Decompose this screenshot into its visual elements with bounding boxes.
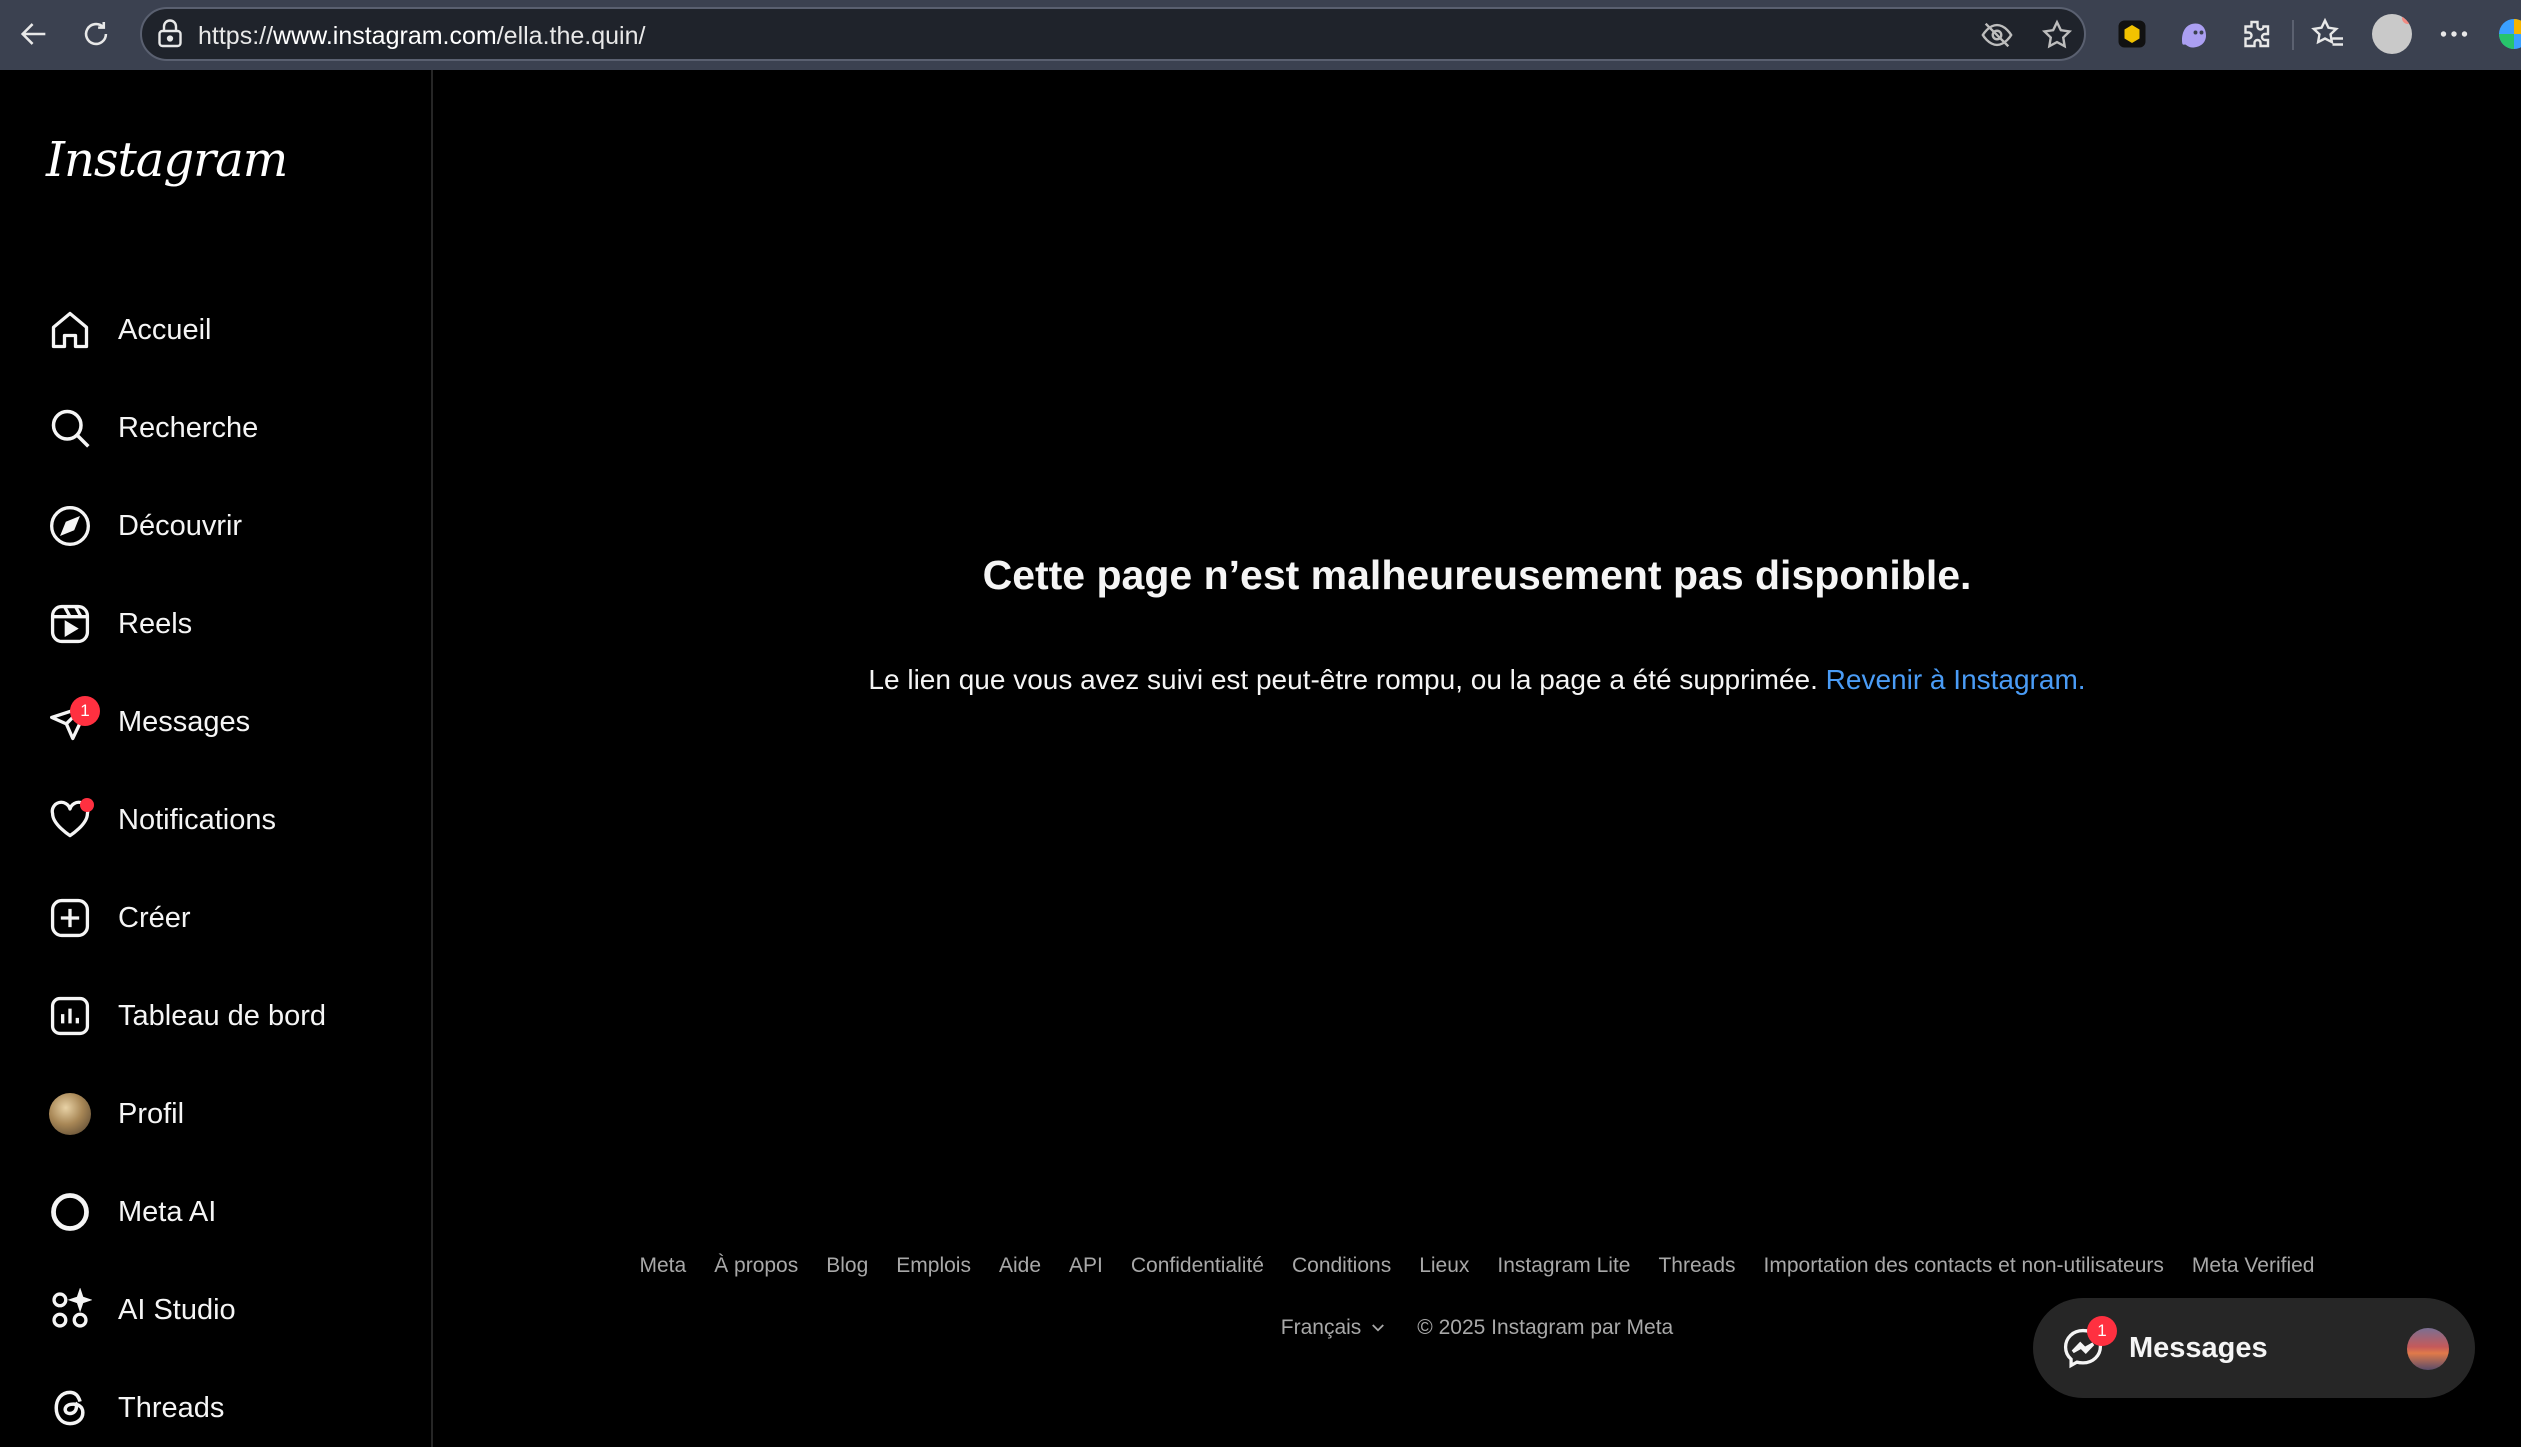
sidebar-item-threads[interactable]: Threads (46, 1373, 416, 1443)
language-select[interactable]: Français (1281, 1316, 1388, 1340)
sidebar-item-notifications[interactable]: Notifications (46, 785, 416, 855)
sidebar: Instagram Accueil Recherche Découvrir Re… (6, 70, 433, 1447)
copilot-icon[interactable] (2496, 14, 2521, 54)
favorite-star-icon[interactable] (2040, 18, 2074, 52)
extension-ghost-icon[interactable] (2174, 14, 2214, 54)
sidebar-item-meta-ai[interactable]: Meta AI (46, 1177, 416, 1247)
language-label: Français (1280, 1316, 1362, 1339)
search-icon (46, 404, 94, 452)
footer-link[interactable]: Threads (1658, 1254, 1735, 1278)
instagram-page: Instagram Accueil Recherche Découvrir Re… (6, 70, 2521, 1447)
browser-toolbar: https://www.instagram.com/ella.the.quin/ (0, 0, 2521, 70)
error-message-text: Le lien que vous avez suivi est peut-êtr… (868, 664, 1818, 695)
sidebar-item-dashboard[interactable]: Tableau de bord (46, 981, 416, 1051)
footer-link[interactable]: Meta (640, 1254, 687, 1278)
footer-link[interactable]: Blog (826, 1254, 868, 1278)
sidebar-item-create[interactable]: Créer (46, 883, 416, 953)
footer-link[interactable]: Meta Verified (2192, 1254, 2315, 1278)
compass-icon (46, 502, 94, 550)
sidebar-item-label: Profil (118, 1097, 185, 1130)
browser-profile-avatar[interactable] (2372, 14, 2412, 54)
footer-link[interactable]: Emplois (896, 1254, 971, 1278)
url-text[interactable]: https://www.instagram.com/ella.the.quin/ (198, 22, 645, 51)
tracking-prevention-icon[interactable] (1980, 18, 2014, 52)
footer-link[interactable]: Lieux (1419, 1254, 1469, 1278)
messages-badge: 1 (70, 696, 100, 726)
sidebar-item-ai-studio[interactable]: AI Studio (46, 1275, 416, 1345)
extensions-puzzle-icon[interactable] (2236, 14, 2276, 54)
page-title: Cette page n’est malheureusement pas dis… (982, 552, 1972, 598)
footer-link[interactable]: À propos (714, 1254, 798, 1278)
error-message: Le lien que vous avez suivi est peut-êtr… (433, 664, 2521, 696)
avatar (2407, 1328, 2449, 1370)
sidebar-item-label: Messages (118, 705, 251, 738)
footer-links: Meta À propos Blog Emplois Aide API Conf… (433, 1254, 2521, 1278)
chevron-down-icon (1372, 1324, 1385, 1332)
notification-dot (80, 798, 94, 812)
sidebar-item-profile[interactable]: Profil (46, 1079, 416, 1149)
favorites-icon[interactable] (2308, 14, 2348, 54)
sidebar-item-search[interactable]: Recherche (46, 393, 416, 463)
sidebar-item-label: Threads (118, 1391, 225, 1424)
sidebar-item-label: Notifications (118, 803, 276, 836)
sidebar-item-label: Tableau de bord (118, 999, 326, 1032)
sidebar-item-messages[interactable]: 1 Messages (46, 687, 416, 757)
plus-square-icon (46, 894, 94, 942)
sidebar-item-label: Créer (118, 901, 191, 934)
address-bar[interactable]: https://www.instagram.com/ella.the.quin/ (140, 7, 2086, 61)
sidebar-item-label: Accueil (118, 313, 212, 346)
ai-studio-icon (46, 1286, 94, 1334)
sidebar-item-home[interactable]: Accueil (46, 295, 416, 365)
instagram-logo[interactable]: Instagram (46, 132, 288, 188)
home-icon (46, 306, 94, 354)
extension-cube-icon[interactable] (2112, 14, 2152, 54)
site-info-icon[interactable] (152, 16, 188, 52)
sidebar-item-label: Recherche (118, 411, 259, 444)
footer-link[interactable]: API (1069, 1254, 1103, 1278)
direct-icon: 1 (46, 696, 100, 746)
toolbar-separator (2292, 20, 2294, 50)
meta-ai-icon (46, 1188, 94, 1236)
messages-badge: 1 (2087, 1316, 2117, 1346)
messages-label: Messages (2129, 1332, 2268, 1364)
footer-link[interactable]: Instagram Lite (1497, 1254, 1630, 1278)
footer-link[interactable]: Conditions (1292, 1254, 1391, 1278)
sidebar-item-label: Meta AI (118, 1195, 217, 1228)
messages-floating-button[interactable]: 1 Messages (2033, 1298, 2475, 1398)
reels-icon (46, 600, 94, 648)
footer-link[interactable]: Aide (999, 1254, 1041, 1278)
sidebar-item-reels[interactable]: Reels (46, 589, 416, 659)
copyright: © 2025 Instagram par Meta (1417, 1316, 1674, 1339)
profile-avatar (46, 1090, 94, 1138)
dashboard-icon (46, 992, 94, 1040)
footer-link[interactable]: Importation des contacts et non-utilisat… (1764, 1254, 2164, 1278)
reload-icon[interactable] (74, 12, 118, 56)
back-icon[interactable] (12, 12, 56, 56)
threads-icon (46, 1384, 94, 1432)
sidebar-item-label: Reels (118, 607, 193, 640)
back-to-instagram-link[interactable]: Revenir à Instagram. (1826, 664, 2086, 695)
main-content: Cette page n’est malheureusement pas dis… (433, 70, 2521, 1447)
sidebar-item-label: Découvrir (118, 509, 243, 542)
footer-link[interactable]: Confidentialité (1131, 1254, 1264, 1278)
sidebar-item-explore[interactable]: Découvrir (46, 491, 416, 561)
heart-icon (46, 796, 94, 844)
more-options-icon[interactable] (2434, 14, 2474, 54)
sidebar-item-label: AI Studio (118, 1293, 236, 1326)
